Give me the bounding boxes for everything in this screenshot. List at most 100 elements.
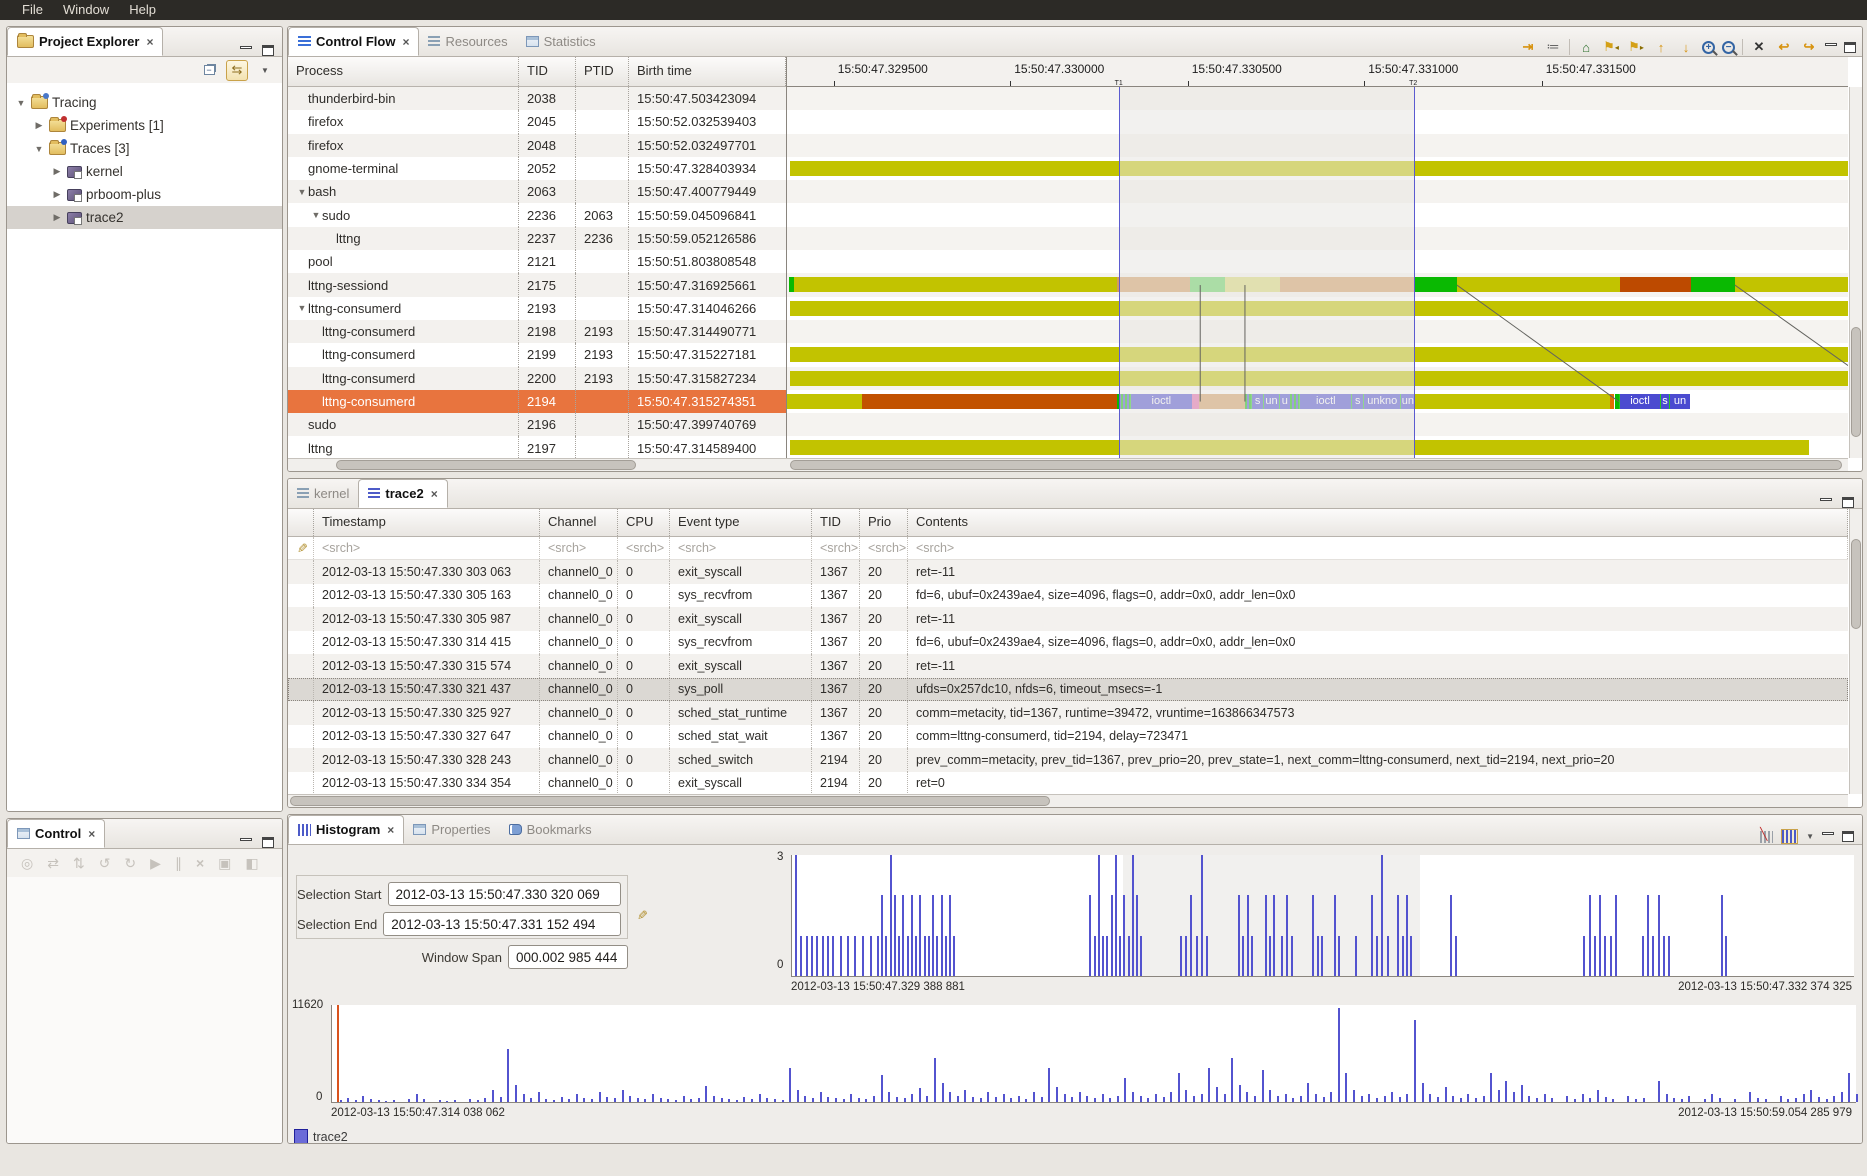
column-header-prio[interactable]: Prio bbox=[860, 509, 908, 536]
time-axis[interactable]: 15:50:47.32950015:50:47.33000015:50:47.3… bbox=[786, 57, 1848, 87]
column-header-event-type[interactable]: Event type bbox=[670, 509, 812, 536]
state-segment[interactable] bbox=[787, 394, 862, 409]
event-row[interactable]: 2012-03-13 15:50:47.330 327 647channel0_… bbox=[288, 725, 1848, 749]
state-segment[interactable] bbox=[1199, 394, 1245, 409]
minimize-icon[interactable] bbox=[240, 46, 252, 49]
time-range-histogram[interactable] bbox=[791, 855, 1854, 977]
tab-control-flow[interactable]: Control Flow × bbox=[288, 27, 419, 56]
state-segment[interactable] bbox=[862, 394, 1118, 409]
column-header-contents[interactable]: Contents bbox=[908, 509, 1848, 536]
process-row[interactable]: gnome-terminal205215:50:47.328403934 bbox=[288, 157, 786, 180]
minimize-icon[interactable] bbox=[240, 838, 252, 841]
connect-icon[interactable]: ⇄ bbox=[47, 855, 59, 872]
tab-histogram[interactable]: Histogram × bbox=[288, 815, 404, 844]
state-segment-s[interactable]: s bbox=[1251, 394, 1263, 409]
tree-item-kernel[interactable]: ▶kernel bbox=[7, 160, 282, 183]
column-header-cpu[interactable]: CPU bbox=[618, 509, 670, 536]
process-row[interactable]: lttng219715:50:47.314589400 bbox=[288, 436, 786, 458]
tab-kernel[interactable]: kernel bbox=[288, 479, 358, 508]
state-segment[interactable] bbox=[1735, 277, 1848, 292]
scrollbar-thumb[interactable] bbox=[1851, 539, 1861, 629]
filter-input-tid[interactable]: <srch> bbox=[812, 537, 860, 559]
state-segment[interactable] bbox=[1280, 277, 1414, 292]
view-menu-icon[interactable]: ▼ bbox=[1806, 832, 1814, 841]
menu-file[interactable]: File bbox=[12, 0, 53, 20]
event-row[interactable]: 2012-03-13 15:50:47.330 321 437channel0_… bbox=[288, 678, 1848, 702]
scrollbar-thumb[interactable] bbox=[1851, 327, 1861, 437]
import-icon[interactable]: ↻ bbox=[124, 855, 136, 872]
state-segment-ioctl[interactable]: ioctl bbox=[1130, 394, 1192, 409]
process-row[interactable]: lttng-consumerd2199219315:50:47.31522718… bbox=[288, 343, 786, 366]
column-header-gutter[interactable] bbox=[288, 509, 314, 536]
process-row[interactable]: firefox204515:50:52.032539403 bbox=[288, 110, 786, 133]
process-table-hscrollbar[interactable] bbox=[288, 458, 786, 471]
event-row[interactable]: 2012-03-13 15:50:47.330 305 987channel0_… bbox=[288, 607, 1848, 631]
scrollbar-thumb[interactable] bbox=[290, 796, 1050, 806]
state-row-2045[interactable] bbox=[787, 110, 1848, 133]
menu-window[interactable]: Window bbox=[53, 0, 119, 20]
state-segment-ioctl[interactable]: ioctl bbox=[1299, 394, 1351, 409]
scrollbar-thumb[interactable] bbox=[790, 460, 1842, 470]
tree-item-experiments[interactable]: ▶Experiments [1] bbox=[7, 114, 282, 137]
move-down-icon[interactable]: ↓ bbox=[1677, 38, 1695, 56]
filter-gutter[interactable]: ✎ bbox=[288, 537, 314, 559]
show-legend-icon[interactable]: ≔ bbox=[1544, 38, 1562, 56]
pause-icon[interactable]: ∥ bbox=[175, 855, 182, 872]
close-icon[interactable]: × bbox=[88, 827, 95, 841]
show-traces-icon[interactable] bbox=[1781, 829, 1798, 844]
maximize-icon[interactable] bbox=[262, 45, 274, 56]
row-twisty-icon[interactable]: ▼ bbox=[310, 210, 322, 220]
column-header-ptid[interactable]: PTID bbox=[576, 57, 629, 86]
row-twisty-icon[interactable]: ▼ bbox=[296, 303, 308, 313]
follow-arrow-forward-icon[interactable]: ↪ bbox=[1800, 38, 1818, 56]
process-row[interactable]: thunderbird-bin203815:50:47.503423094 bbox=[288, 87, 786, 110]
tab-resources[interactable]: Resources bbox=[419, 27, 516, 56]
event-row[interactable]: 2012-03-13 15:50:47.330 314 415channel0_… bbox=[288, 631, 1848, 655]
move-up-icon[interactable]: ↑ bbox=[1652, 38, 1670, 56]
process-row[interactable]: lttng2237223615:50:59.052126586 bbox=[288, 227, 786, 250]
filter-input-prio[interactable]: <srch> bbox=[860, 537, 908, 559]
state-segment-u[interactable]: u bbox=[1279, 394, 1290, 409]
record-icon[interactable]: ◧ bbox=[245, 855, 258, 872]
process-row[interactable]: ▼lttng-consumerd219315:50:47.314046266 bbox=[288, 297, 786, 320]
process-row[interactable]: lttng-consumerd219415:50:47.315274351 bbox=[288, 390, 786, 413]
play-icon[interactable]: ▶ bbox=[150, 855, 161, 872]
snapshot-icon[interactable]: ▣ bbox=[218, 855, 231, 872]
tree-item-traces[interactable]: ▼Traces [3] bbox=[7, 137, 282, 160]
edit-selection-icon[interactable]: ✎ bbox=[633, 910, 649, 921]
follow-arrow-backward-icon[interactable]: ↩ bbox=[1775, 38, 1793, 56]
previous-event-icon[interactable]: ⚑◂ bbox=[1602, 38, 1620, 56]
state-segment-ioctl[interactable]: ioctl bbox=[1619, 394, 1661, 409]
filter-input-event-type[interactable]: <srch> bbox=[670, 537, 812, 559]
maximize-icon[interactable] bbox=[1842, 497, 1854, 508]
maximize-icon[interactable] bbox=[262, 837, 274, 848]
zoom-in-icon[interactable]: + bbox=[1702, 41, 1715, 54]
event-row[interactable]: 2012-03-13 15:50:47.330 305 163channel0_… bbox=[288, 584, 1848, 608]
state-row-2237[interactable] bbox=[787, 227, 1848, 250]
event-row[interactable]: 2012-03-13 15:50:47.330 325 927channel0_… bbox=[288, 701, 1848, 725]
state-segment-s[interactable]: s bbox=[1351, 394, 1363, 409]
hide-lost-events-icon[interactable]: ╲ bbox=[1760, 831, 1773, 843]
state-row-2193[interactable] bbox=[787, 297, 1848, 320]
events-hscrollbar[interactable] bbox=[288, 794, 1848, 807]
disconnect-icon[interactable]: ⇅ bbox=[73, 855, 85, 872]
column-header-channel[interactable]: Channel bbox=[540, 509, 618, 536]
column-header-process[interactable]: Process bbox=[288, 57, 519, 86]
state-segment[interactable] bbox=[790, 440, 1809, 455]
event-row[interactable]: 2012-03-13 15:50:47.330 303 063channel0_… bbox=[288, 560, 1848, 584]
minimize-icon[interactable] bbox=[1825, 43, 1837, 46]
tree-twisty-icon[interactable]: ▼ bbox=[33, 144, 45, 154]
chart-hscrollbar[interactable] bbox=[786, 458, 1848, 471]
state-segment[interactable] bbox=[790, 371, 1848, 386]
state-segment[interactable] bbox=[1691, 277, 1735, 292]
next-event-icon[interactable]: ⚑▸ bbox=[1627, 38, 1645, 56]
event-row[interactable]: 2012-03-13 15:50:47.330 334 354channel0_… bbox=[288, 772, 1848, 795]
state-segment[interactable] bbox=[1225, 277, 1280, 292]
state-segment[interactable] bbox=[1190, 277, 1225, 292]
state-segment[interactable] bbox=[1290, 394, 1300, 409]
state-row-2063[interactable] bbox=[787, 180, 1848, 203]
events-vscrollbar[interactable] bbox=[1849, 509, 1862, 794]
state-row-2121[interactable] bbox=[787, 250, 1848, 273]
scrollbar-thumb[interactable] bbox=[336, 460, 636, 470]
state-segment-un[interactable]: un bbox=[1400, 394, 1414, 409]
